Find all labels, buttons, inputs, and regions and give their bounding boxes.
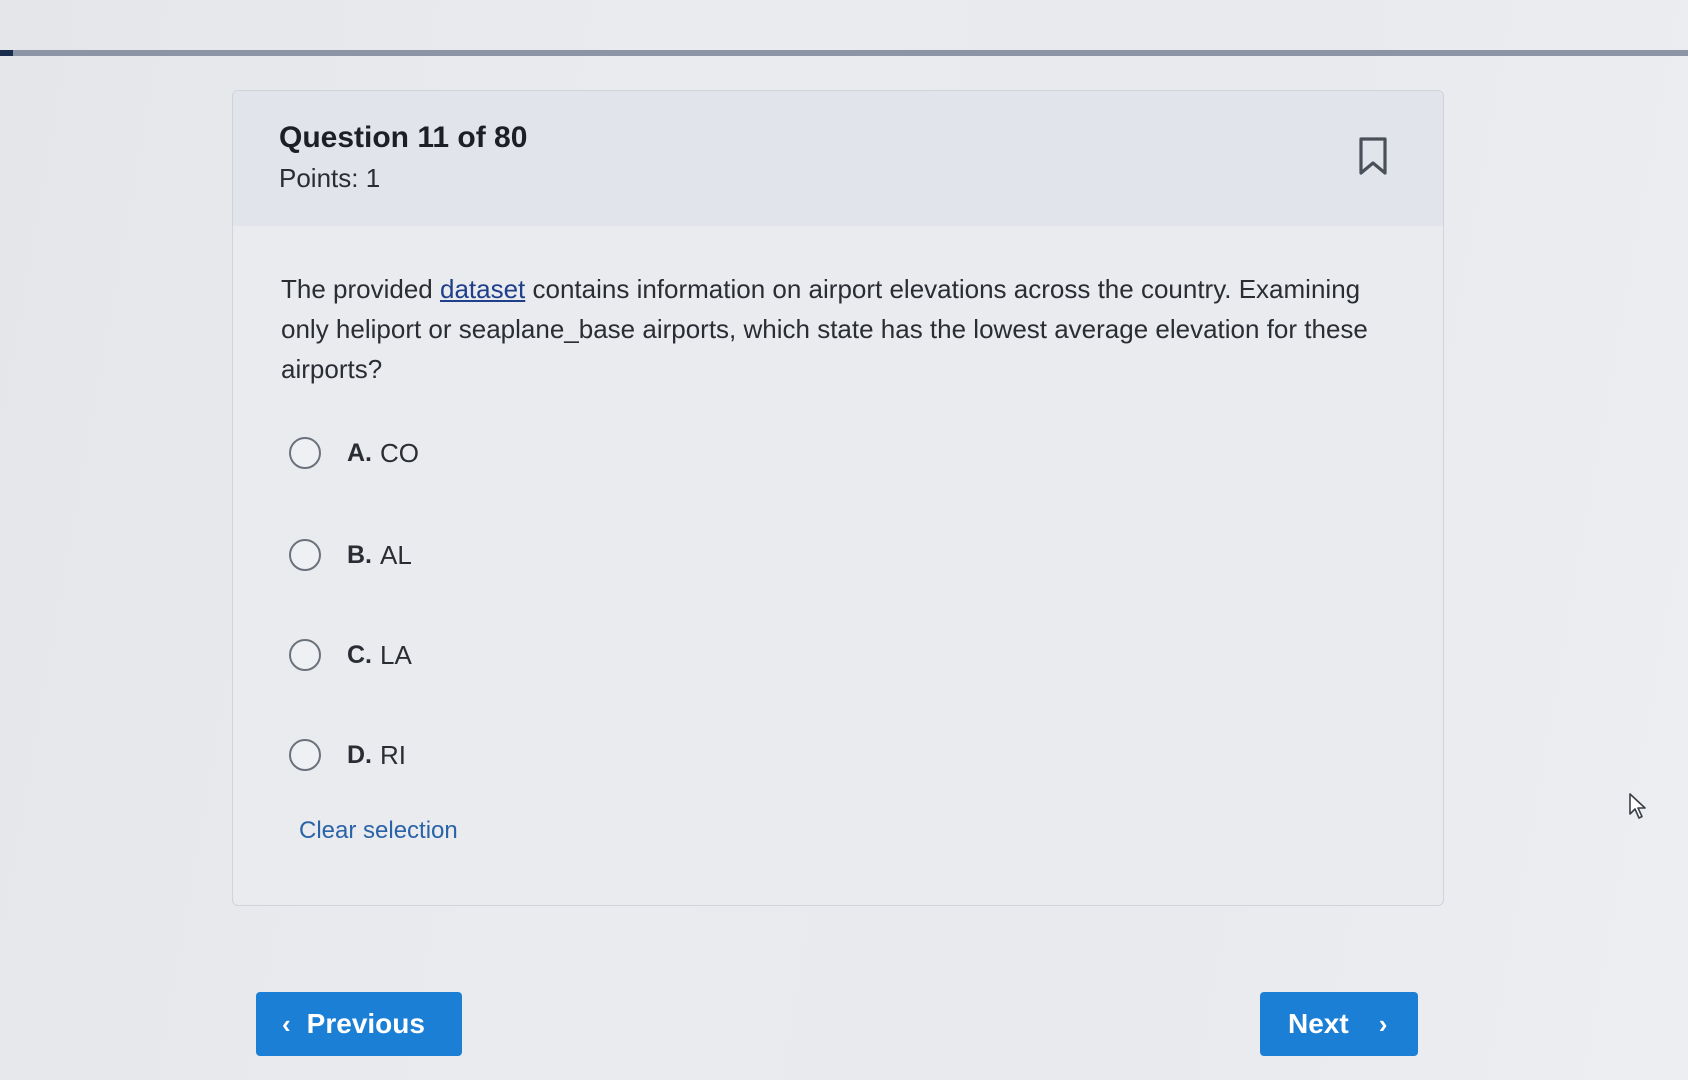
option-b[interactable]: B. AL: [289, 535, 412, 575]
quiz-page: Question 11 of 80 Points: 1 The provided…: [0, 0, 1688, 1080]
progress-bar: [0, 50, 1688, 56]
next-button-label: Next: [1288, 1008, 1349, 1039]
option-label: LA: [380, 639, 412, 670]
bookmark-icon[interactable]: [1353, 135, 1393, 179]
question-points: Points: 1: [279, 163, 381, 193]
dataset-link[interactable]: dataset: [440, 274, 525, 304]
option-letter: A.: [347, 438, 372, 467]
next-button[interactable]: Next ›: [1260, 992, 1418, 1056]
radio-button-a[interactable]: [289, 437, 321, 469]
radio-button-b[interactable]: [289, 539, 321, 571]
radio-button-d[interactable]: [289, 739, 321, 771]
option-label: RI: [380, 739, 406, 770]
option-a[interactable]: A. CO: [289, 433, 419, 473]
previous-button-label: Previous: [306, 1008, 425, 1039]
chevron-right-icon: ›: [1378, 1008, 1388, 1039]
question-text-before: The provided: [281, 274, 440, 304]
option-letter: B.: [347, 540, 372, 569]
question-text: The provided dataset contains informatio…: [281, 269, 1391, 389]
option-label: CO: [380, 437, 419, 468]
chevron-left-icon: ‹: [282, 1008, 291, 1039]
mouse-cursor-icon: [1628, 792, 1648, 820]
option-letter: D.: [347, 740, 372, 769]
question-card: Question 11 of 80 Points: 1 The provided…: [232, 90, 1444, 906]
previous-button[interactable]: ‹ Previous: [256, 992, 462, 1056]
question-title: Question 11 of 80: [279, 121, 528, 154]
option-c[interactable]: C. LA: [289, 635, 412, 675]
progress-bar-fill: [0, 50, 13, 56]
clear-selection-link[interactable]: Clear selection: [299, 817, 458, 845]
option-d[interactable]: D. RI: [289, 735, 406, 775]
option-letter: C.: [347, 640, 372, 669]
question-header: Question 11 of 80 Points: 1: [233, 91, 1443, 226]
radio-button-c[interactable]: [289, 639, 321, 671]
option-label: AL: [380, 539, 412, 570]
